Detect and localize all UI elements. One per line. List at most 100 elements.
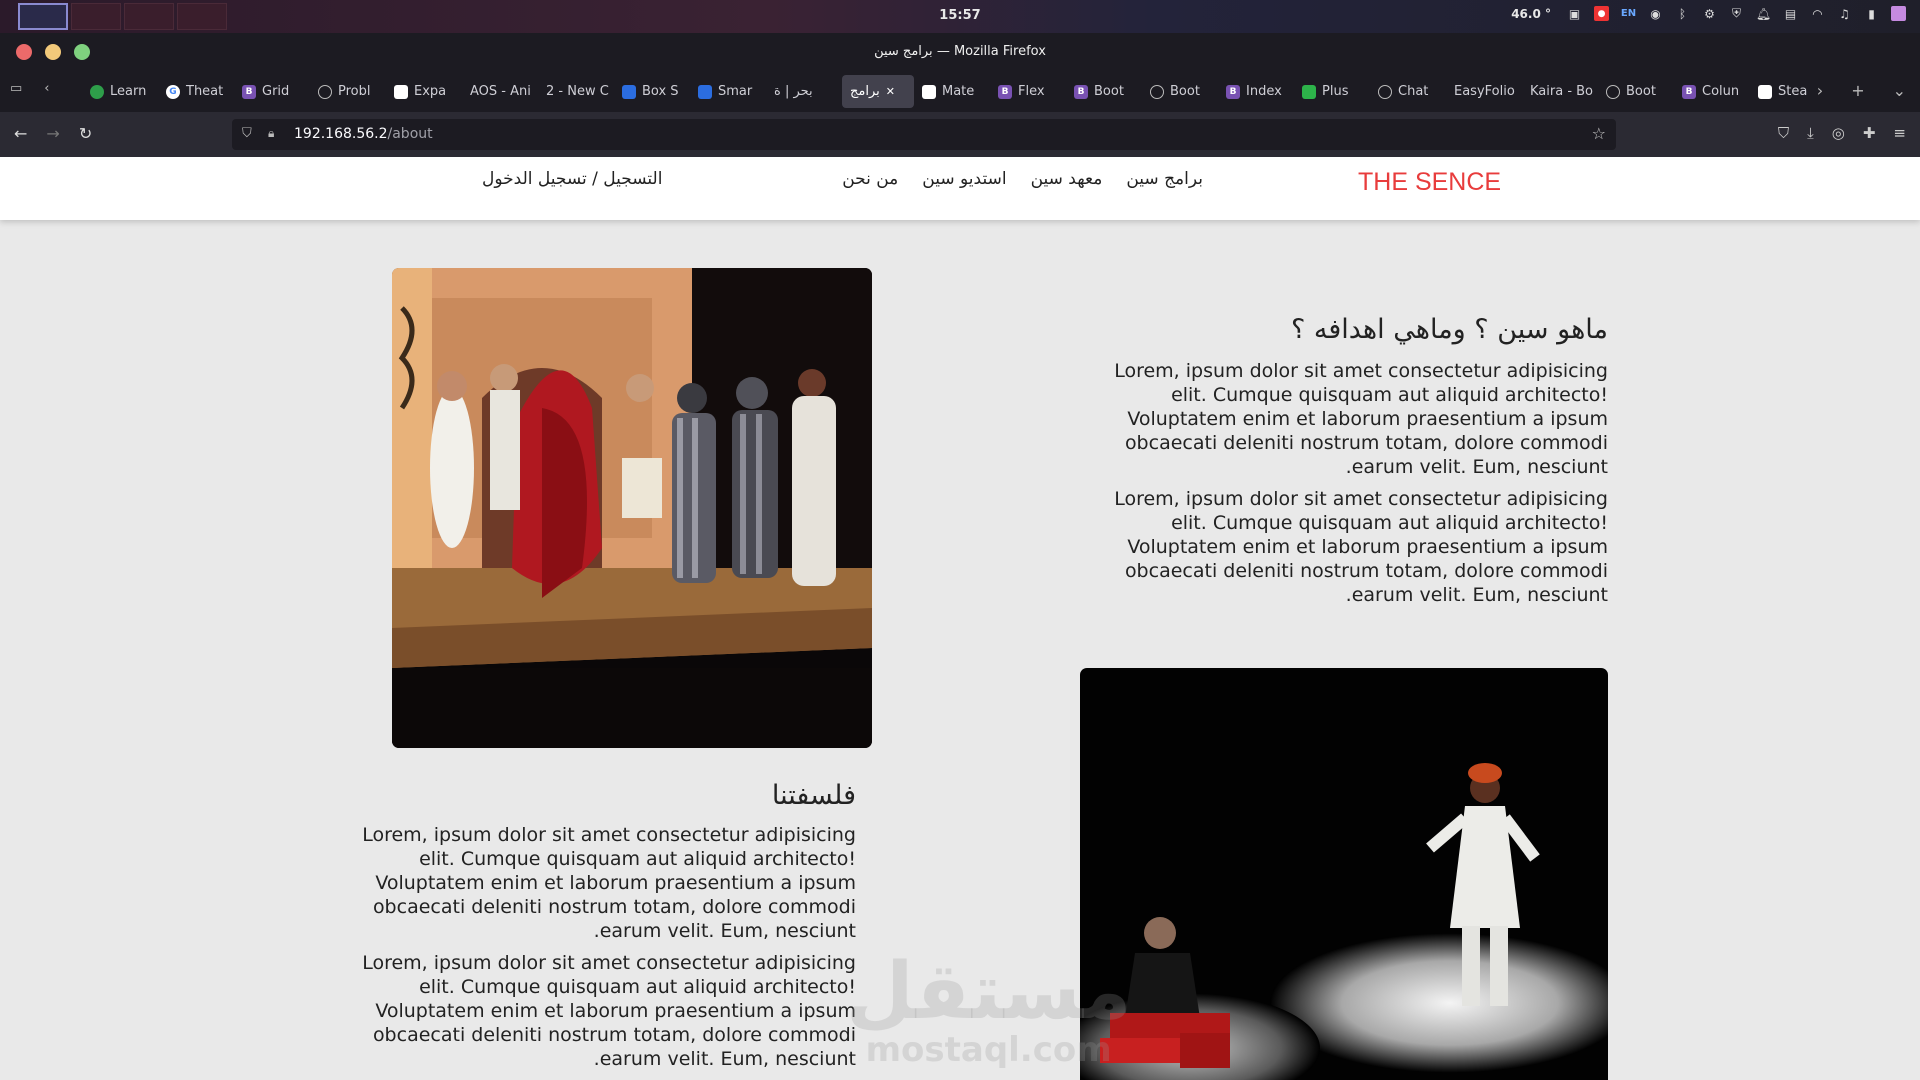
new-tab-icon[interactable]: +: [1851, 81, 1864, 100]
music-icon[interactable]: ♫: [1837, 6, 1852, 21]
tab-label: Chat: [1398, 84, 1429, 99]
record-icon[interactable]: ●: [1594, 6, 1609, 21]
tab-favicon-icon: B: [998, 84, 1012, 99]
lock-icon[interactable]: 🔒︎: [268, 126, 274, 141]
browser-tab[interactable]: B Flex: [990, 75, 1066, 108]
browser-tab[interactable]: B Boot: [1066, 75, 1142, 108]
tab-label: Index: [1246, 84, 1282, 99]
tab-favicon-icon: B: [1226, 84, 1240, 99]
os-top-bar: 15:57 46.0 ° ▣ ● EN ◉ ᛒ ⚙ ⛨ 🔔︎ ▤ ◠ ♫ ▮: [0, 0, 1920, 33]
tab-favicon-icon: [1606, 84, 1620, 99]
tracking-shield-icon[interactable]: ⛉: [242, 126, 252, 141]
network-icon[interactable]: ⚙: [1702, 6, 1717, 21]
back-icon[interactable]: ←: [14, 124, 27, 143]
menu-icon[interactable]: ≡: [1893, 124, 1906, 142]
browser-tab[interactable]: Expa: [386, 75, 462, 108]
section1-paragraph-2: Lorem, ipsum dolor sit amet consectetur …: [1114, 488, 1608, 606]
tab-favicon-icon: B: [242, 84, 256, 99]
flag-us-icon[interactable]: ▤: [1783, 6, 1798, 21]
bookmark-star-icon[interactable]: ☆: [1592, 124, 1606, 143]
nav-link[interactable]: برامج سين: [1126, 169, 1203, 189]
tab-favicon-icon: [90, 84, 104, 99]
browser-tab[interactable]: Mate: [914, 75, 990, 108]
tab-label: Colun: [1702, 84, 1740, 99]
list-all-tabs-icon[interactable]: ⌄: [1893, 81, 1906, 100]
pocket-icon[interactable]: ⛉: [1778, 124, 1789, 142]
tab-label: Boot: [1170, 84, 1200, 99]
tab-label: EasyFolio: [1454, 84, 1515, 99]
auth-link[interactable]: التسجيل / تسجيل الدخول: [482, 169, 662, 189]
browser-tab[interactable]: G Theat: [158, 75, 234, 108]
tab-label: 2 - New C: [546, 84, 609, 99]
tab-label: Mate: [942, 84, 975, 99]
tab-favicon-icon: [1758, 84, 1772, 99]
tab-label: بحر | ة: [774, 84, 813, 99]
browser-tab[interactable]: B Index: [1218, 75, 1294, 108]
tab-favicon-icon: [1150, 84, 1164, 99]
browser-tab[interactable]: 2 - New C: [538, 75, 614, 108]
tab-label: Learn: [110, 84, 147, 99]
tab-label: Plus: [1322, 84, 1349, 99]
browser-tab[interactable]: AOS - Ani: [462, 75, 538, 108]
browser-tab[interactable]: Box S: [614, 75, 690, 108]
url-text[interactable]: 192.168.56.2/about: [294, 126, 433, 142]
nav-link[interactable]: من نحن: [842, 169, 898, 189]
folder-icon[interactable]: [1891, 6, 1906, 21]
section1-heading: ماهو سين ؟ وماهي اهدافه ؟: [1290, 314, 1608, 345]
site-header: THE SENCE برامج سين معهد سين استديو سين من …: [0, 157, 1920, 220]
bluetooth-icon[interactable]: ᛒ: [1675, 6, 1690, 21]
browser-tab[interactable]: B Grid: [234, 75, 310, 108]
tab-label: Grid: [262, 84, 290, 99]
reload-icon[interactable]: ↻: [79, 124, 92, 143]
bell-icon[interactable]: 🔔︎: [1756, 6, 1771, 21]
navigation-toolbar: ← → ↻ ⛉ 🔒︎ 192.168.56.2/about ☆ ⛉ ⤓ ◎ ✚ …: [0, 112, 1920, 157]
site-brand[interactable]: THE SENCE: [1358, 168, 1501, 197]
scroll-tabs-left-icon[interactable]: ‹: [44, 81, 49, 96]
tab-favicon-icon: [394, 84, 408, 99]
tab-label: Theat: [186, 84, 224, 99]
tab-label: برامج: [850, 84, 880, 99]
system-tray: 46.0 ° ▣ ● EN ◉ ᛒ ⚙ ⛨ 🔔︎ ▤ ◠ ♫ ▮: [1511, 6, 1906, 21]
screenshot-icon[interactable]: ▣: [1567, 6, 1582, 21]
browser-tab[interactable]: Boot: [1598, 75, 1674, 108]
address-bar[interactable]: ⛉ 🔒︎ 192.168.56.2/about ☆: [232, 119, 1616, 150]
scroll-tabs-right-icon[interactable]: ›: [1817, 81, 1823, 100]
section2-heading: فلسفتنا: [771, 780, 856, 811]
tab-overview-icon[interactable]: ▭: [10, 81, 22, 96]
vpn-icon[interactable]: ⛨: [1729, 6, 1744, 21]
nav-link[interactable]: استديو سين: [922, 169, 1006, 189]
tab-favicon-icon: [622, 84, 636, 99]
browser-tab[interactable]: Boot: [1142, 75, 1218, 108]
battery-icon[interactable]: ▮: [1864, 6, 1879, 21]
tab-label: Kaira - Bo: [1530, 84, 1594, 99]
theatre-troupe-photo: [392, 268, 872, 748]
tab-favicon-icon: [1378, 84, 1392, 99]
browser-tab[interactable]: Learn: [82, 75, 158, 108]
downloads-icon[interactable]: ⤓: [1807, 124, 1814, 142]
lang-icon[interactable]: EN: [1621, 6, 1636, 21]
wifi-icon[interactable]: ◠: [1810, 6, 1825, 21]
tab-label: Expa: [414, 84, 447, 99]
browser-tab[interactable]: Smar: [690, 75, 766, 108]
browser-tab[interactable]: Kaira - Bo: [1522, 75, 1598, 108]
browser-tab[interactable]: برامج ✕: [842, 75, 914, 108]
extensions-icon[interactable]: ✚: [1863, 124, 1876, 142]
discord-icon[interactable]: ◉: [1648, 6, 1663, 21]
browser-tab[interactable]: Plus: [1294, 75, 1370, 108]
url-host: 192.168.56.2: [294, 126, 388, 142]
browser-tab[interactable]: Stea: [1750, 75, 1820, 108]
account-icon[interactable]: ◎: [1832, 124, 1845, 142]
tab-label: Stea: [1778, 84, 1808, 99]
browser-tab[interactable]: بحر | ة: [766, 75, 842, 108]
close-tab-icon[interactable]: ✕: [886, 85, 895, 98]
tab-label: Flex: [1018, 84, 1045, 99]
forward-icon[interactable]: →: [46, 124, 59, 143]
browser-tab[interactable]: EasyFolio: [1446, 75, 1522, 108]
browser-tab[interactable]: Chat: [1370, 75, 1446, 108]
section2-paragraph-2: Lorem, ipsum dolor sit amet consectetur …: [362, 952, 856, 1070]
tab-label: AOS - Ani: [470, 84, 531, 99]
browser-tab[interactable]: Probl: [310, 75, 386, 108]
nav-link[interactable]: معهد سين: [1031, 169, 1103, 189]
tab-favicon-icon: [698, 84, 712, 99]
browser-tab[interactable]: B Colun: [1674, 75, 1750, 108]
